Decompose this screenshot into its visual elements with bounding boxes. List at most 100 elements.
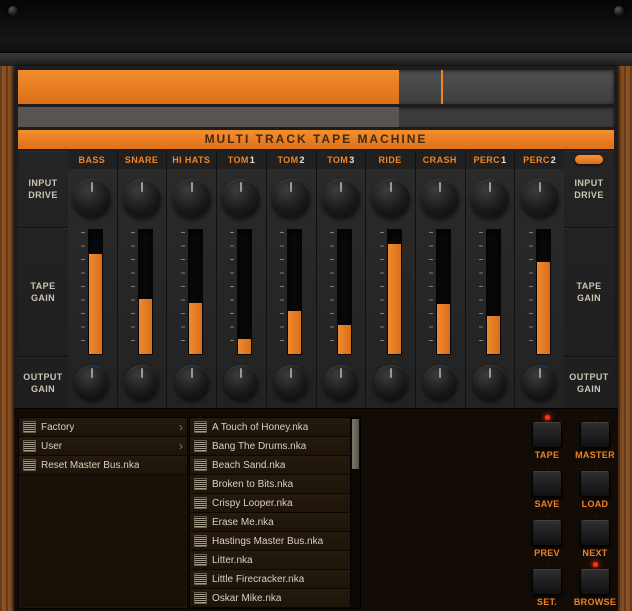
input-drive-knob[interactable] (272, 179, 310, 217)
knob-pointer (539, 368, 541, 378)
tape-gain-meter[interactable] (138, 229, 153, 355)
browse-button[interactable] (580, 569, 610, 595)
chevron-right-icon: › (179, 421, 183, 433)
mixer-section: INPUT DRIVE TAPE GAIN OUTPUT GAIN BASS S… (18, 151, 614, 408)
tape-gain-meter[interactable] (188, 229, 203, 355)
folder-item[interactable]: Factory › (19, 418, 187, 437)
prev-button[interactable] (532, 520, 562, 546)
channel-label: PERC2 (515, 151, 564, 169)
preset-item[interactable]: Oskar Mike.nka (190, 589, 360, 608)
output-gain-knob[interactable] (274, 365, 308, 399)
output-gain-knob[interactable] (175, 365, 209, 399)
channel-label: TOM3 (317, 151, 366, 169)
preset-item[interactable]: Bang The Drums.nka (190, 437, 360, 456)
master-button[interactable] (580, 422, 610, 448)
knob-pointer (290, 182, 292, 192)
input-drive-knob[interactable] (521, 179, 559, 217)
preset-item[interactable]: Erase Me.nka (190, 513, 360, 532)
tape-gain-meter[interactable] (237, 229, 252, 355)
output-gain-knob[interactable] (125, 365, 159, 399)
load-button[interactable] (580, 471, 610, 497)
channel-label: BASS (68, 151, 117, 169)
preset-folder-list: Factory › User › Reset Master Bus.nka (18, 417, 188, 609)
input-drive-knob[interactable] (173, 179, 211, 217)
knob-pointer (390, 368, 392, 378)
knob-pointer (240, 368, 242, 378)
tape-gain-meter[interactable] (486, 229, 501, 355)
input-drive-knob[interactable] (471, 179, 509, 217)
input-drive-knob[interactable] (421, 179, 459, 217)
save-button[interactable] (532, 471, 562, 497)
preset-item[interactable]: Litter.nka (190, 551, 360, 570)
input-drive-knob[interactable] (372, 179, 410, 217)
tape-position-bar[interactable] (18, 70, 614, 104)
control-button-grid: TAPE MASTER SAVE LOAD PREV NEXT SET. BRO… (532, 415, 610, 607)
prev-led (545, 513, 550, 518)
channel-strip-perc1: PERC1 (465, 151, 515, 408)
channel-label: CRASH (416, 151, 465, 169)
scrollbar[interactable] (350, 418, 360, 608)
knob-pointer (340, 368, 342, 378)
preset-file-list: A Touch of Honey.nka Bang The Drums.nka … (189, 417, 361, 609)
meter-fill (139, 299, 152, 354)
folder-icon (23, 440, 36, 452)
tape-gain-meter[interactable] (387, 229, 402, 355)
output-gain-knob[interactable] (523, 365, 557, 399)
file-icon (194, 573, 207, 585)
power-indicator[interactable] (575, 155, 603, 164)
output-gain-knob[interactable] (374, 365, 408, 399)
output-gain-label: OUTPUT GAIN (23, 371, 63, 395)
screw-icon (614, 6, 624, 16)
input-drive-label: INPUT DRIVE (569, 177, 609, 201)
scrollbar-thumb[interactable] (352, 419, 359, 469)
output-gain-knob[interactable] (423, 365, 457, 399)
output-gain-knob[interactable] (75, 365, 109, 399)
knob-pointer (240, 182, 242, 192)
set-button[interactable] (532, 569, 562, 595)
tape-gain-meter[interactable] (337, 229, 352, 355)
preset-item[interactable]: Reset Master Bus.nka (19, 456, 187, 475)
tape-button[interactable] (532, 422, 562, 448)
preset-item[interactable]: Beach Sand.nka (190, 456, 360, 475)
input-drive-knob[interactable] (73, 179, 111, 217)
channel-strip-bass: BASS (68, 151, 117, 408)
meter-ticks (131, 232, 135, 352)
preset-item[interactable]: Crispy Looper.nka (190, 494, 360, 513)
file-icon (194, 459, 207, 471)
preset-item[interactable]: Broken to Bits.nka (190, 475, 360, 494)
channel-label: HI HATS (167, 151, 216, 169)
tape-gain-label: TAPE GAIN (569, 280, 609, 304)
meter-fill (487, 316, 500, 353)
side-labels-left: INPUT DRIVE TAPE GAIN OUTPUT GAIN (18, 151, 68, 408)
tape-gain-meter[interactable] (436, 229, 451, 355)
channel-strips: BASS SNARE HI HATS (68, 151, 564, 408)
output-gain-knob[interactable] (473, 365, 507, 399)
main-panel: MULTI TRACK TAPE MACHINE INPUT DRIVE TAP… (14, 66, 618, 611)
file-icon (23, 459, 36, 471)
file-icon (194, 440, 207, 452)
meter-ticks (181, 232, 185, 352)
file-icon (194, 516, 207, 528)
knob-pointer (141, 182, 143, 192)
output-gain-knob[interactable] (324, 365, 358, 399)
output-gain-knob[interactable] (224, 365, 258, 399)
preset-item[interactable]: Little Firecracker.nka (190, 570, 360, 589)
tape-position-fill (18, 70, 399, 104)
preset-item[interactable]: A Touch of Honey.nka (190, 418, 360, 437)
tape-timeline-bar[interactable] (18, 107, 614, 127)
meter-fill (537, 262, 550, 354)
tape-gain-meter[interactable] (88, 229, 103, 355)
next-button[interactable] (580, 520, 610, 546)
tape-gain-meter[interactable] (536, 229, 551, 355)
folder-item[interactable]: User › (19, 437, 187, 456)
channel-strip-snare: SNARE (117, 151, 167, 408)
input-drive-knob[interactable] (123, 179, 161, 217)
meter-ticks (529, 232, 533, 352)
meter-ticks (380, 232, 384, 352)
input-drive-knob[interactable] (322, 179, 360, 217)
channel-strip-hihats: HI HATS (166, 151, 216, 408)
preset-item[interactable]: Hastings Master Bus.nka (190, 532, 360, 551)
tape-gain-meter[interactable] (287, 229, 302, 355)
knob-pointer (439, 182, 441, 192)
input-drive-knob[interactable] (222, 179, 260, 217)
